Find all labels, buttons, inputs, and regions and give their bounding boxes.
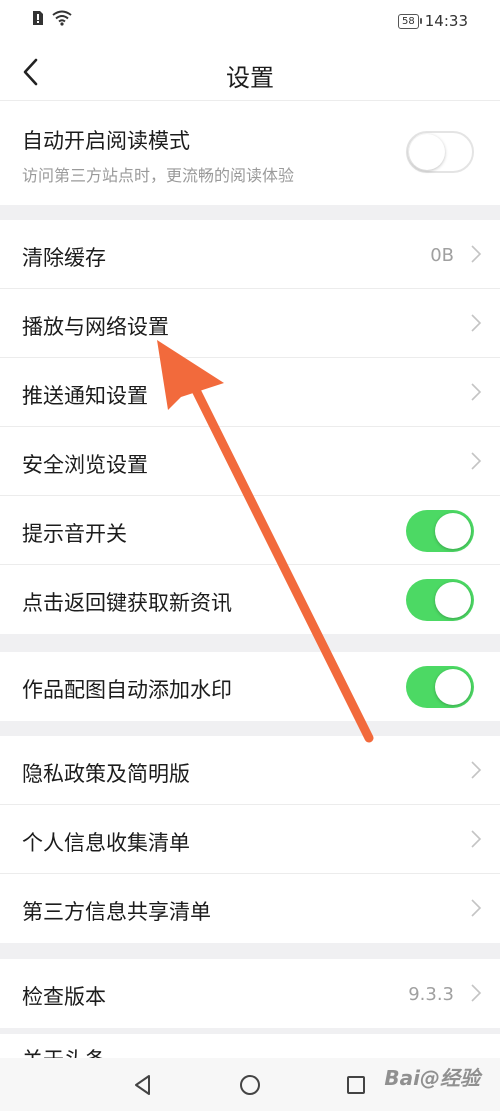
chevron-right-icon [471, 383, 482, 401]
playback-network-label: 播放与网络设置 [22, 315, 169, 339]
toggle-knob [435, 513, 471, 549]
clear-cache-label: 清除缓存 [22, 246, 106, 270]
nav-back-triangle-icon[interactable] [130, 1072, 156, 1098]
toggle-knob [435, 582, 471, 618]
safe-browsing-label: 安全浏览设置 [22, 453, 148, 477]
chevron-right-icon [471, 761, 482, 779]
clock: 14:33 [424, 12, 468, 30]
privacy-policy-label: 隐私政策及简明版 [22, 762, 190, 786]
clear-cache-row[interactable]: 清除缓存 0B [0, 220, 500, 289]
back-refresh-row: 点击返回键获取新资讯 [0, 565, 500, 634]
sound-switch-label: 提示音开关 [22, 522, 127, 546]
about-row[interactable]: 关于头条 [0, 1034, 500, 1058]
reading-mode-toggle[interactable] [406, 131, 474, 173]
back-refresh-toggle[interactable] [406, 579, 474, 621]
sim-alert-icon [33, 11, 43, 25]
push-notifications-row[interactable]: 推送通知设置 [0, 358, 500, 427]
personal-info-label: 个人信息收集清单 [22, 831, 190, 855]
about-section: 检查版本 9.3.3 [0, 959, 500, 1028]
check-version-row[interactable]: 检查版本 9.3.3 [0, 959, 500, 1028]
version-value: 9.3.3 [408, 984, 454, 1005]
reading-mode-label: 自动开启阅读模式 [22, 129, 190, 153]
general-settings-section: 清除缓存 0B 播放与网络设置 推送通知设置 安全浏览设置 提示音开关 点击返回… [0, 220, 500, 634]
reading-mode-description: 访问第三方站点时，更流畅的阅读体验 [22, 166, 295, 185]
app-header: 设置 [0, 44, 500, 101]
sound-switch-toggle[interactable] [406, 510, 474, 552]
safe-browsing-row[interactable]: 安全浏览设置 [0, 427, 500, 496]
watermark-label: 作品配图自动添加水印 [22, 678, 232, 702]
chevron-right-icon [471, 314, 482, 332]
watermark-row: 作品配图自动添加水印 [0, 652, 500, 721]
check-version-label: 检查版本 [22, 985, 106, 1009]
chevron-right-icon [471, 452, 482, 470]
status-icons-right: 58 14:33 [398, 12, 468, 30]
reading-mode-row: 自动开启阅读模式 访问第三方站点时，更流畅的阅读体验 [0, 101, 500, 205]
watermark-toggle[interactable] [406, 666, 474, 708]
playback-network-row[interactable]: 播放与网络设置 [0, 289, 500, 358]
nav-home-circle-icon[interactable] [237, 1072, 263, 1098]
page-title: 设置 [226, 64, 274, 92]
reading-mode-section: 自动开启阅读模式 访问第三方站点时，更流畅的阅读体验 [0, 101, 500, 205]
privacy-policy-row[interactable]: 隐私政策及简明版 [0, 736, 500, 805]
toggle-knob [409, 134, 445, 170]
personal-info-row[interactable]: 个人信息收集清单 [0, 805, 500, 874]
nav-recent-square-icon[interactable] [343, 1072, 369, 1098]
privacy-section: 隐私政策及简明版 个人信息收集清单 第三方信息共享清单 [0, 736, 500, 943]
baidu-jingyan-watermark: Bai@经验 [384, 1066, 480, 1090]
chevron-right-icon [471, 984, 482, 1002]
third-party-info-row[interactable]: 第三方信息共享清单 [0, 874, 500, 943]
status-icons-left [32, 10, 72, 26]
status-bar: 58 14:33 [0, 0, 500, 44]
third-party-info-label: 第三方信息共享清单 [22, 900, 211, 924]
chevron-right-icon [471, 245, 482, 263]
cache-size-value: 0B [430, 245, 454, 266]
push-notifications-label: 推送通知设置 [22, 384, 148, 408]
back-refresh-label: 点击返回键获取新资讯 [22, 591, 232, 615]
wifi-icon [52, 10, 72, 26]
about-label: 关于头条 [22, 1044, 106, 1058]
chevron-right-icon [471, 899, 482, 917]
sound-switch-row: 提示音开关 [0, 496, 500, 565]
chevron-right-icon [471, 830, 482, 848]
toggle-knob [435, 669, 471, 705]
watermark-section: 作品配图自动添加水印 [0, 652, 500, 721]
battery-indicator: 58 [398, 13, 422, 29]
